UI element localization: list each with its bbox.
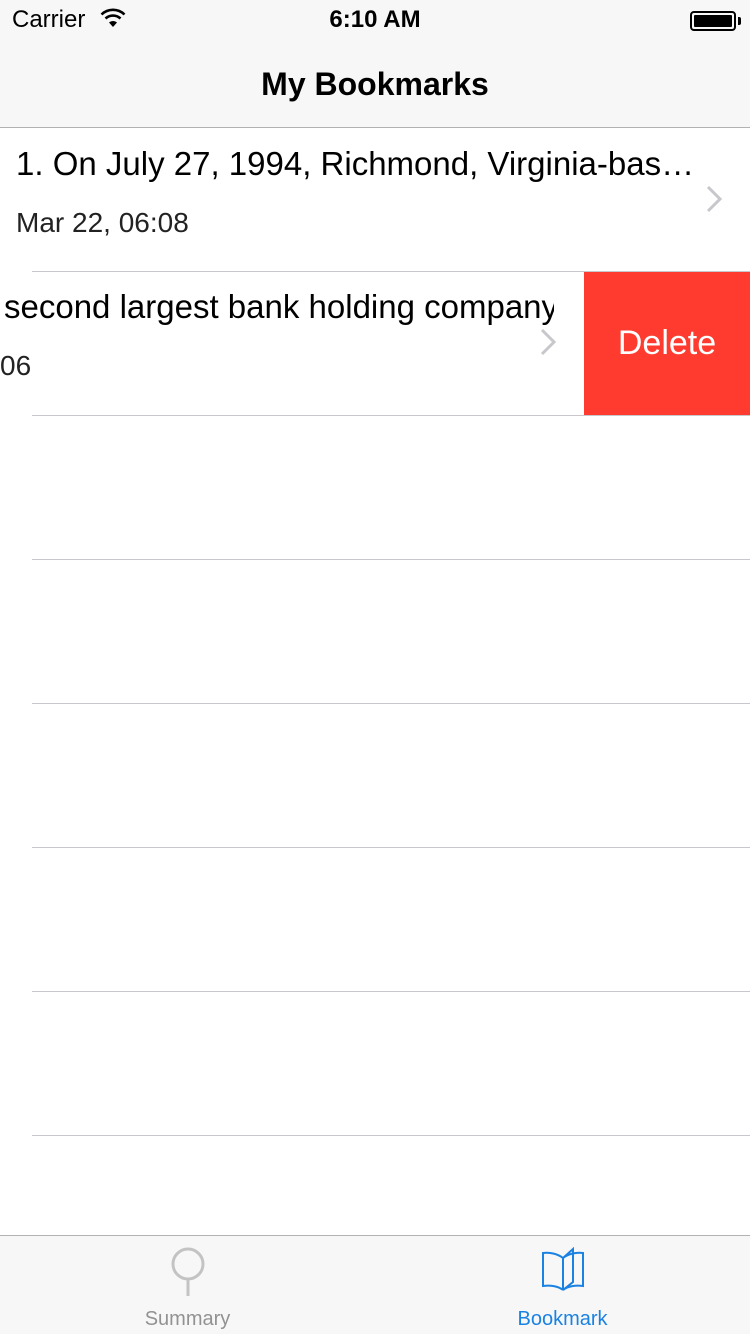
bookmark-row-content[interactable]: 1. On July 27, 1994, Richmond, Virginia-… — [0, 129, 750, 272]
chevron-right-icon — [540, 328, 557, 361]
bookmark-date: 06 — [0, 350, 32, 381]
row-separator — [32, 847, 750, 848]
bookmark-title: 1. On July 27, 1994, Richmond, Virginia-… — [16, 145, 706, 182]
tab-bookmark[interactable]: Bookmark — [375, 1236, 750, 1334]
delete-button[interactable]: Delete — [584, 272, 750, 415]
screen: Carrier 6:10 AM My Bookmarks 1. On July … — [0, 0, 750, 1334]
battery-icon — [690, 11, 736, 31]
tab-bar: Summary Bookmark — [0, 1235, 750, 1334]
open-book-icon — [540, 1246, 586, 1299]
bookmark-row-swiped[interactable]: second largest bank holding company 06 D… — [0, 272, 750, 415]
page-title: My Bookmarks — [261, 66, 489, 102]
row-separator — [32, 415, 750, 416]
bookmark-list: 1. On July 27, 1994, Richmond, Virginia-… — [0, 129, 750, 1235]
row-separator — [32, 991, 750, 992]
magnifier-icon — [168, 1246, 208, 1303]
bookmark-date: Mar 22, 06:08 — [16, 207, 189, 238]
row-separator — [32, 703, 750, 704]
chevron-right-icon — [706, 185, 723, 218]
bookmark-row[interactable]: 1. On July 27, 1994, Richmond, Virginia-… — [0, 129, 750, 272]
tab-bookmark-label: Bookmark — [517, 1308, 608, 1330]
tab-summary[interactable]: Summary — [0, 1236, 375, 1334]
row-separator — [32, 1135, 750, 1136]
row-separator — [32, 559, 750, 560]
tab-summary-label: Summary — [144, 1308, 231, 1330]
status-bar: Carrier 6:10 AM — [0, 0, 750, 40]
bookmark-row-content[interactable]: second largest bank holding company 06 — [0, 272, 584, 415]
battery-tip — [738, 17, 741, 25]
status-time: 6:10 AM — [329, 6, 421, 33]
navigation-bar: My Bookmarks — [0, 40, 750, 128]
bookmark-title: second largest bank holding company — [4, 288, 554, 325]
